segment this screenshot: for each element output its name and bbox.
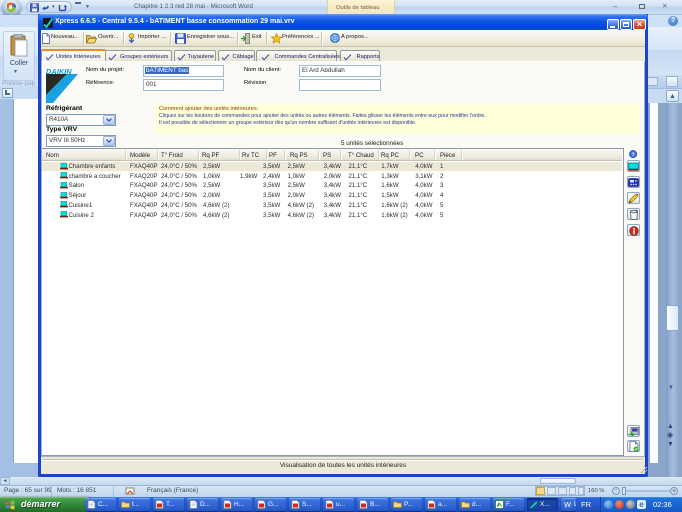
svg-text:W: W — [564, 502, 571, 509]
svg-text:?: ? — [631, 153, 635, 159]
